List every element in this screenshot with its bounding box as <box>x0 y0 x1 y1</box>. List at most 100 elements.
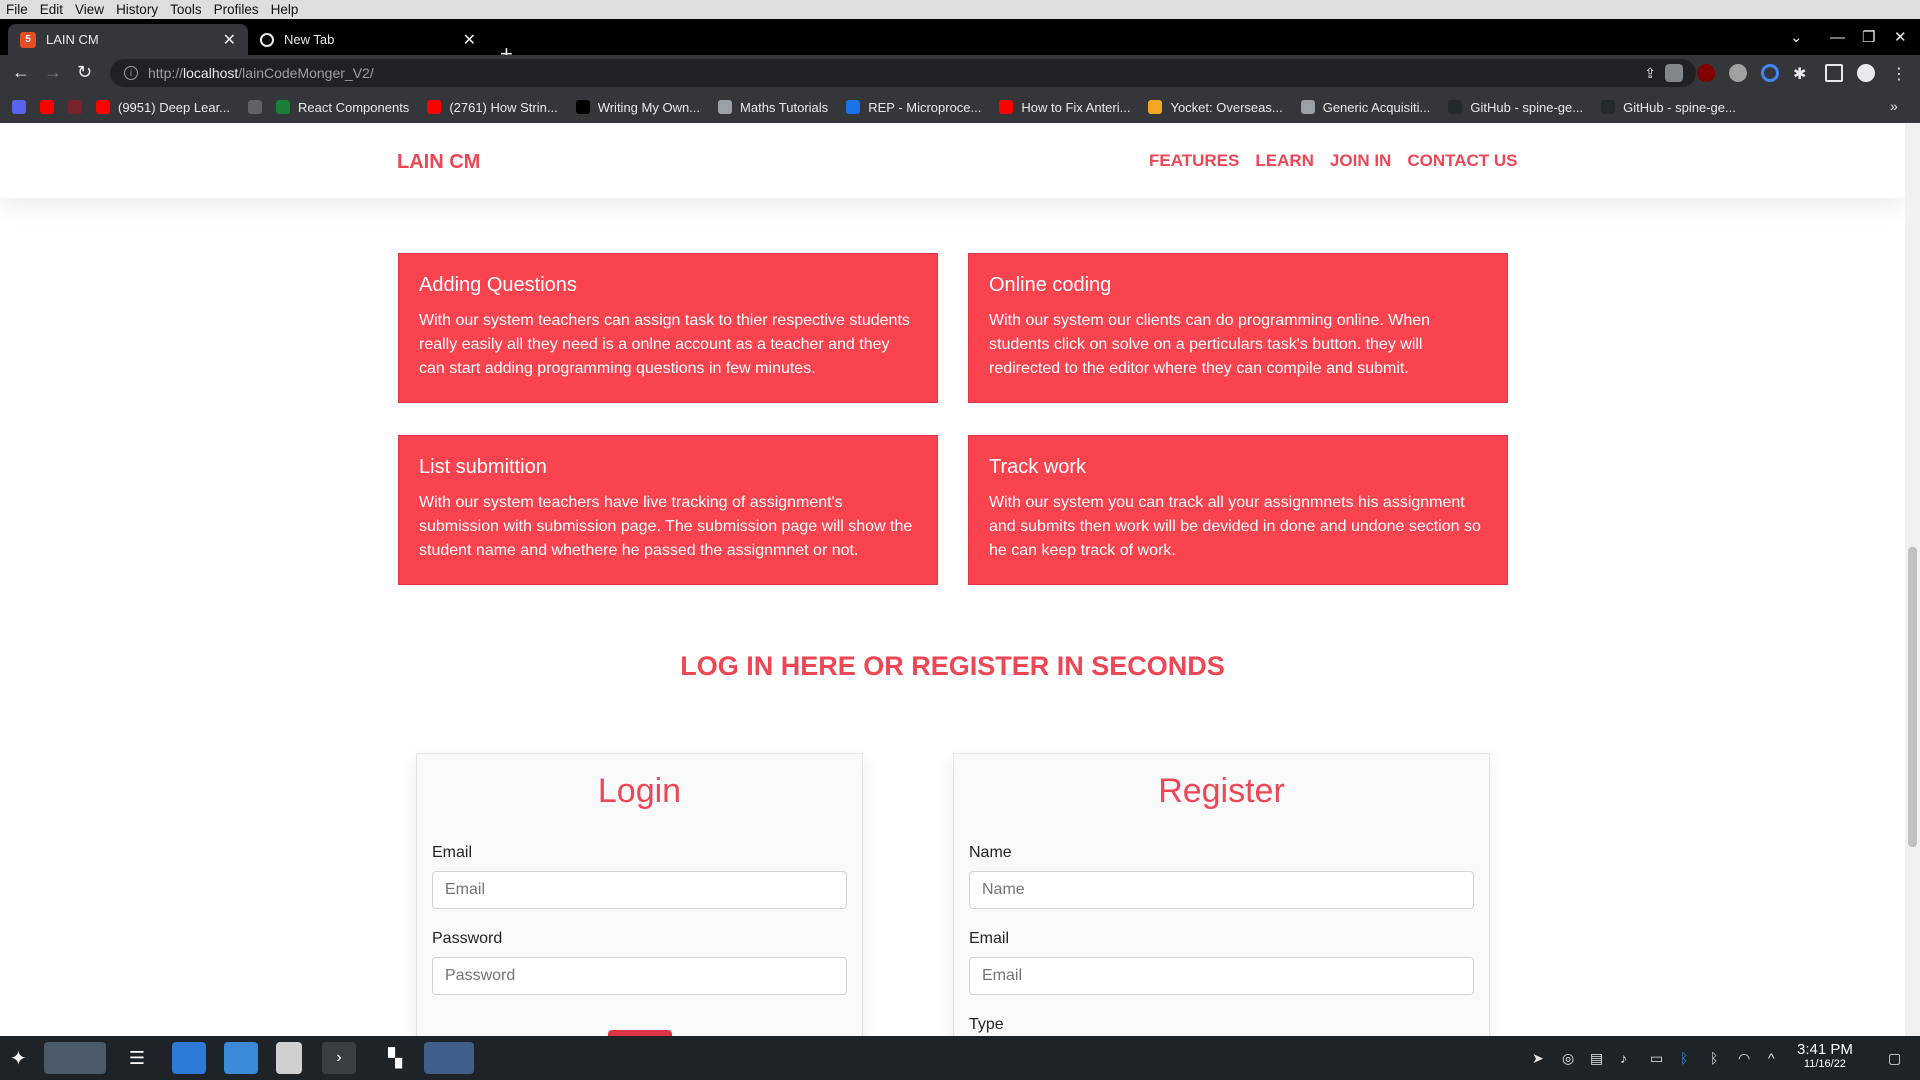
page-scrollbar[interactable] <box>1905 123 1920 1036</box>
nav-link-join-in[interactable]: JOIN IN <box>1330 151 1391 171</box>
puzzle-extensions-icon[interactable]: ✱ <box>1793 64 1811 83</box>
kebab-menu-icon[interactable]: ⋮ <box>1890 64 1908 83</box>
site-brand[interactable]: LAIN CM <box>397 151 480 174</box>
volume-icon[interactable]: ♪ <box>1620 1050 1627 1066</box>
html5-icon: 5 <box>20 31 36 48</box>
bookmark-favicon-icon <box>1448 100 1463 114</box>
url-scheme: http:// <box>148 65 184 81</box>
bookmark-label: REP - Microproce... <box>868 99 982 115</box>
address-bar[interactable]: i http:// localhost /lainCodeMonger_V2/ … <box>110 59 1696 87</box>
color-picker-icon[interactable] <box>1761 64 1779 82</box>
side-panel-icon[interactable] <box>1825 64 1843 82</box>
bookmark-label: (9951) Deep Lear... <box>118 99 231 115</box>
register-name-input[interactable] <box>969 871 1474 909</box>
telegram-icon[interactable]: ➤ <box>1532 1050 1544 1067</box>
battery-icon[interactable]: ▭ <box>1650 1050 1663 1067</box>
nav-link-features[interactable]: FEATURES <box>1149 151 1239 171</box>
bookmarks-bar: (9951) Deep Lear... React Components (2761… <box>0 91 1920 123</box>
bookmark-item[interactable]: Yocket: Overseas... <box>1148 99 1283 115</box>
nav-link-learn[interactable]: LEARN <box>1255 151 1314 171</box>
bluetooth-icon[interactable]: ᛒ <box>1710 1050 1718 1066</box>
clipboard-icon[interactable]: ▤ <box>1590 1050 1603 1067</box>
register-email-input[interactable] <box>969 957 1474 995</box>
bookmark-favicon-icon <box>40 100 54 114</box>
settings-sliders-icon[interactable]: ☰ <box>120 1042 154 1074</box>
bookmark-favicon-icon <box>718 100 733 114</box>
bookmark-item[interactable]: Writing My Own... <box>575 100 700 115</box>
close-tab-icon[interactable]: ✕ <box>223 30 236 50</box>
system-clock[interactable]: 3:41 PM 11/16/22 <box>1797 1041 1853 1070</box>
bookmark-item[interactable]: Maths Tutorials <box>718 100 828 115</box>
virtual-desktops-pager[interactable] <box>44 1042 106 1074</box>
bookmark-item[interactable] <box>12 100 34 114</box>
bluetooth-icon[interactable]: ᛒ <box>1680 1050 1688 1066</box>
file-manager-icon[interactable] <box>224 1042 258 1074</box>
bookmark-item[interactable]: GitHub - spine-ge... <box>1448 100 1583 115</box>
bookmark-favicon-icon <box>575 100 590 114</box>
chrome-taskbar-icon[interactable] <box>424 1042 474 1074</box>
bookmark-item[interactable]: How to Fix Anteri... <box>999 100 1130 115</box>
bookmark-item[interactable]: (2761) How Strin... <box>427 100 558 115</box>
tab-lain-cm[interactable]: 5 LAIN CM ✕ <box>8 24 248 55</box>
forward-arrow-icon[interactable]: → <box>44 62 62 83</box>
terminal-icon[interactable]: › <box>322 1042 356 1074</box>
menu-history[interactable]: History <box>110 2 164 17</box>
bookmark-item[interactable] <box>40 100 62 114</box>
bookmark-item[interactable]: Generic Acquisiti... <box>1300 100 1430 115</box>
show-desktop-icon[interactable]: ▢ <box>1888 1050 1901 1067</box>
share-icon[interactable]: ⇪ <box>1644 65 1656 82</box>
site-info-icon[interactable]: i <box>124 66 138 80</box>
menu-profiles[interactable]: Profiles <box>208 2 265 17</box>
login-email-label: Email <box>432 844 473 861</box>
menu-file[interactable]: File <box>0 2 34 17</box>
menu-edit[interactable]: Edit <box>34 2 69 17</box>
os-taskbar: ✦ ☰ › ▚ ➤ ◎ ▤ ♪ ▭ ᛒ ᛒ ◠ ^ 3:41 PM 11/16/… <box>0 1036 1920 1080</box>
bookmark-label: Maths Tutorials <box>740 99 829 115</box>
bookmark-favicon-icon <box>1601 100 1616 114</box>
maximize-button[interactable]: ❐ <box>1862 19 1875 55</box>
tab-new-tab[interactable]: New Tab ✕ <box>248 24 488 55</box>
bookmark-item[interactable] <box>248 100 270 114</box>
login-password-input[interactable] <box>432 957 847 995</box>
login-title: Login <box>597 772 682 810</box>
system-monitor-icon[interactable]: ▚ <box>378 1042 412 1074</box>
chevron-up-icon[interactable]: ^ <box>1768 1050 1775 1066</box>
tab-title: LAIN CM <box>46 32 99 47</box>
tab-search-icon[interactable]: ⌄ <box>1790 19 1803 55</box>
close-window-button[interactable]: ✕ <box>1894 19 1907 55</box>
bookmark-label: Yocket: Overseas... <box>1170 99 1283 115</box>
feature-title: Track work <box>989 456 1087 478</box>
text-editor-icon[interactable] <box>276 1042 302 1074</box>
menu-tools[interactable]: Tools <box>164 2 208 17</box>
ublock-icon[interactable] <box>1697 64 1715 82</box>
menu-help[interactable]: Help <box>265 2 305 17</box>
extension-icon[interactable] <box>1729 64 1747 82</box>
wifi-icon[interactable]: ◠ <box>1738 1050 1750 1067</box>
back-arrow-icon[interactable]: ← <box>12 62 30 83</box>
bookmark-item[interactable] <box>68 100 90 114</box>
user-icon[interactable]: ◎ <box>1562 1050 1574 1067</box>
bookmark-item[interactable]: GitHub - spine-ge... <box>1601 100 1736 115</box>
bookmarks-overflow-icon[interactable]: » <box>1890 98 1898 114</box>
bookmark-item[interactable]: React Components <box>276 100 409 115</box>
minimize-button[interactable]: — <box>1830 19 1845 55</box>
nav-link-contact-us[interactable]: CONTACT US <box>1407 151 1517 171</box>
close-tab-icon[interactable]: ✕ <box>463 30 476 50</box>
extension-icon[interactable] <box>1665 64 1683 82</box>
bookmark-item[interactable]: REP - Microproce... <box>846 100 981 115</box>
bookmark-favicon-icon <box>68 100 82 114</box>
bookmark-favicon-icon <box>96 100 110 114</box>
store-icon[interactable] <box>172 1042 206 1074</box>
feature-card-track-work: Track work With our system you can track… <box>968 435 1508 585</box>
login-email-input[interactable] <box>432 871 847 909</box>
register-title: Register <box>1158 772 1285 810</box>
menu-view[interactable]: View <box>69 2 110 17</box>
bookmark-item[interactable]: (9951) Deep Lear... <box>96 100 230 115</box>
profile-avatar-icon[interactable] <box>1857 64 1875 82</box>
scrollbar-thumb[interactable] <box>1908 547 1917 847</box>
bookmark-favicon-icon <box>427 100 442 114</box>
app-launcher-icon[interactable]: ✦ <box>10 1046 27 1071</box>
reload-icon[interactable]: ↻ <box>77 62 92 83</box>
browser-toolbar: ← → ↻ i http:// localhost /lainCodeMonge… <box>0 55 1920 91</box>
site-navbar: LAIN CM FEATURES LEARN JOIN IN CONTACT U… <box>0 123 1905 198</box>
